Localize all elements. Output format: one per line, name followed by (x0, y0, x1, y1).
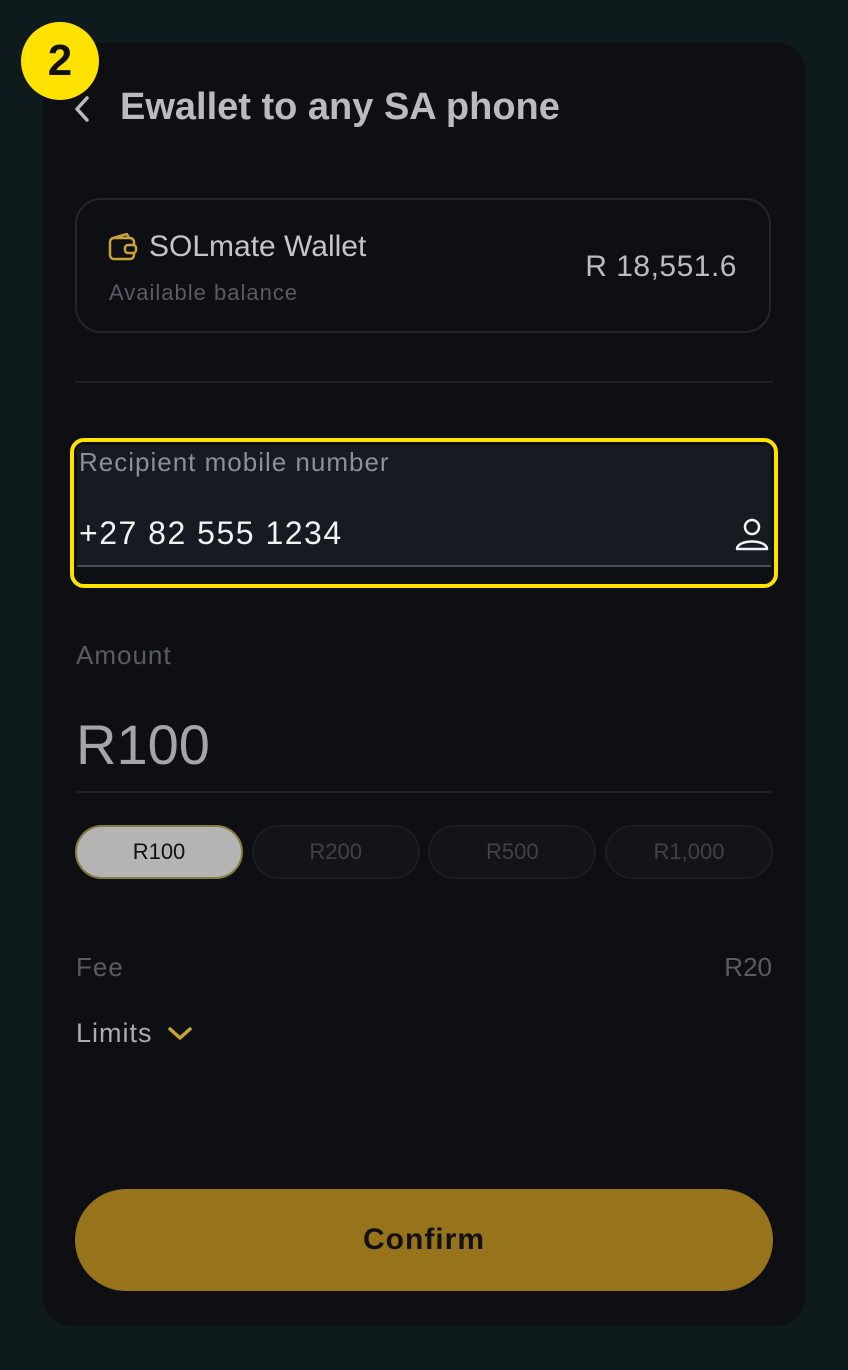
amount-presets: R100 R200 R500 R1,000 (75, 825, 773, 879)
amount-label: Amount (76, 640, 172, 670)
chevron-left-icon[interactable] (68, 94, 98, 124)
wallet-balance-label: Available balance (109, 280, 299, 305)
confirm-button[interactable]: Confirm (75, 1189, 773, 1291)
wallet-card[interactable]: SOLmate Wallet Available balance R 18,55… (75, 198, 771, 333)
divider (75, 791, 773, 793)
limits-toggle[interactable]: Limits (76, 1018, 193, 1049)
page-title: Ewallet to any SA phone (120, 86, 560, 128)
recipient-input-area[interactable]: Recipient mobile number +27 82 555 1234 (77, 445, 771, 566)
fee-value: R20 (724, 952, 772, 982)
amount-input[interactable]: R100 (76, 712, 210, 777)
preset-r1000-button[interactable]: R1,000 (604, 825, 773, 879)
fee-label: Fee (76, 952, 124, 982)
step-badge: 2 (21, 22, 99, 100)
recipient-label: Recipient mobile number (79, 447, 390, 477)
contact-icon[interactable] (733, 515, 771, 553)
recipient-input[interactable]: +27 82 555 1234 (79, 515, 343, 552)
recipient-underline (77, 565, 771, 567)
chevron-down-icon (167, 1026, 192, 1040)
preset-r100-button[interactable]: R100 (75, 825, 243, 879)
preset-r500-button[interactable]: R500 (428, 825, 597, 879)
header: Ewallet to any SA phone (0, 0, 848, 140)
wallet-icon (108, 233, 138, 261)
preset-r200-button[interactable]: R200 (251, 825, 420, 879)
divider (75, 381, 773, 383)
limits-label: Limits (76, 1018, 153, 1048)
recipient-field[interactable]: Recipient mobile number +27 82 555 1234 (70, 438, 778, 588)
wallet-name: SOLmate Wallet (149, 230, 367, 263)
wallet-balance: R 18,551.6 (585, 250, 737, 283)
